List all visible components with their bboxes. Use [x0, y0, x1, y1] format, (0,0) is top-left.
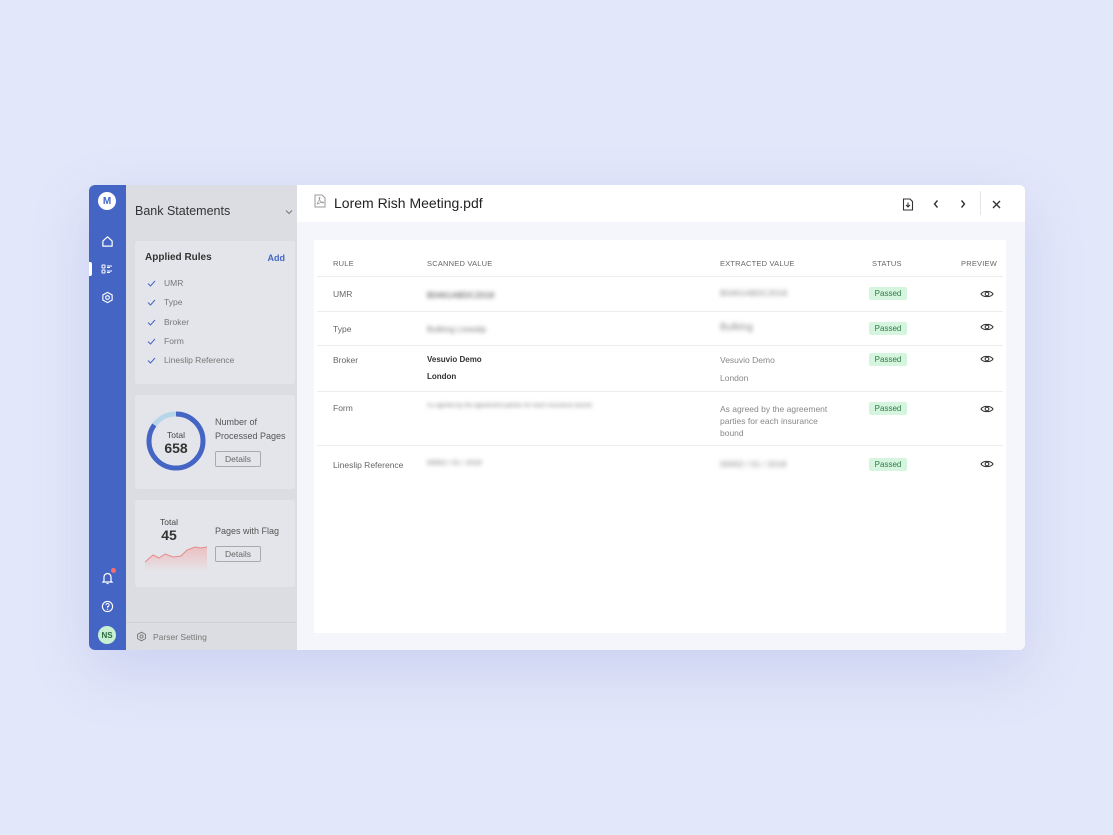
rule-item-form: Form	[147, 336, 184, 346]
rule-item-label: Type	[164, 297, 183, 307]
parser-setting-link[interactable]: Parser Setting	[126, 622, 297, 650]
extracted-cell-line1: Vesuvio Demo	[720, 355, 775, 365]
extracted-cell-line3: bound	[720, 428, 744, 438]
col-header-preview: PREVIEW	[961, 259, 997, 268]
close-icon[interactable]	[988, 196, 1004, 212]
sidebar-title[interactable]: Bank Statements	[135, 204, 230, 218]
user-avatar[interactable]: NS	[98, 626, 116, 644]
extracted-cell: 00002 / 01 / 2018	[720, 459, 787, 469]
sidebar: Bank Statements Applied Rules Add UMR Ty…	[126, 185, 297, 650]
pdf-file-icon	[314, 194, 326, 208]
rule-item-label: Broker	[164, 317, 190, 327]
rule-cell: Broker	[333, 355, 359, 365]
table-row: UMR B0461ABDC2018 B0461ABDC2018 Passed	[317, 276, 1003, 311]
rule-item-umr: UMR	[147, 278, 183, 288]
col-header-rule: RULE	[333, 259, 354, 268]
notification-dot	[111, 568, 116, 573]
nav-rail: M NS	[89, 185, 126, 650]
eye-icon[interactable]	[980, 459, 994, 469]
extracted-cell-line1: As agreed by the agreement	[720, 404, 828, 414]
processed-label-line1: Number of	[215, 417, 258, 427]
status-badge: Passed	[869, 402, 907, 415]
scanned-cell: As agreed by the agreement parties for e…	[427, 403, 592, 409]
chevron-down-icon[interactable]	[284, 207, 294, 217]
active-indicator	[89, 262, 92, 276]
eye-icon[interactable]	[980, 354, 994, 364]
rule-cell: Type	[333, 324, 352, 334]
scanned-cell-line2: London	[427, 372, 457, 381]
processed-pages-card: Total 658 Number of Processed Pages Deta…	[135, 395, 295, 489]
flagged-details-button[interactable]: Details	[215, 546, 261, 562]
status-badge: Passed	[869, 458, 907, 471]
chevron-left-icon[interactable]	[928, 196, 944, 212]
status-badge: Passed	[869, 322, 907, 335]
settings-hex-icon	[137, 631, 146, 642]
add-rule-link[interactable]: Add	[268, 253, 286, 263]
help-icon[interactable]	[99, 598, 115, 614]
check-icon	[147, 338, 156, 345]
applied-rules-heading: Applied Rules	[145, 252, 212, 263]
rule-item-label: Form	[164, 336, 184, 346]
rule-item-broker: Broker	[147, 317, 189, 327]
download-icon[interactable]	[900, 196, 916, 212]
table-row: Broker Vesuvio Demo London Vesuvio Demo …	[317, 345, 1003, 391]
rules-table: RULE SCANNED VALUE EXTRACTED VALUE STATU…	[314, 240, 1006, 633]
table-row: Type Bulking Lineslip Bulking Passed	[317, 311, 1003, 345]
col-header-scanned: SCANNED VALUE	[427, 259, 493, 268]
rule-cell: UMR	[333, 289, 353, 299]
document-filename: Lorem Rish Meeting.pdf	[334, 195, 483, 211]
settings-hex-icon[interactable]	[99, 289, 115, 305]
status-badge: Passed	[869, 353, 907, 366]
scanned-cell: 00002 / 01 / 2018	[427, 460, 482, 467]
rule-cell: Form	[333, 403, 353, 413]
scanned-cell: B0461ABDC2018	[427, 290, 495, 300]
check-icon	[147, 280, 156, 287]
flagged-pages-card: Total 45 Pages with Flag Details	[135, 500, 295, 587]
chevron-right-icon[interactable]	[955, 196, 971, 212]
rule-item-lineslip-reference: Lineslip Reference	[147, 355, 234, 365]
rule-cell: Lineslip Reference	[333, 460, 404, 470]
app-logo[interactable]: M	[98, 192, 116, 210]
eye-icon[interactable]	[980, 404, 994, 414]
flagged-total-value: 45	[161, 527, 177, 543]
processed-total-value: 658	[164, 440, 188, 456]
header-divider	[980, 191, 981, 215]
rule-item-label: UMR	[164, 278, 184, 288]
rules-list-icon[interactable]	[99, 261, 115, 277]
applied-rules-card: Applied Rules Add UMR Type Broker Form L…	[135, 241, 295, 384]
rule-item-label: Lineslip Reference	[164, 355, 235, 365]
document-header: Lorem Rish Meeting.pdf	[297, 185, 1025, 222]
flagged-sparkline	[145, 546, 207, 572]
extracted-cell: Bulking	[720, 322, 753, 333]
check-icon	[147, 299, 156, 306]
app-window: M NS Bank Statements Applied Rules Add U…	[89, 185, 1025, 650]
scanned-cell-line1: Vesuvio Demo	[427, 355, 482, 364]
processed-details-button[interactable]: Details	[215, 451, 261, 467]
status-badge: Passed	[869, 287, 907, 300]
table-row: Lineslip Reference 00002 / 01 / 2018 000…	[317, 445, 1003, 485]
col-header-status: STATUS	[872, 259, 902, 268]
extracted-cell-line2: parties for each insurance	[720, 416, 818, 426]
flagged-label: Pages with Flag	[215, 526, 280, 536]
rule-item-type: Type	[147, 297, 182, 307]
home-icon[interactable]	[99, 233, 115, 249]
check-icon	[147, 319, 156, 326]
document-panel: Lorem Rish Meeting.pdf RULE SCANNED VALU…	[297, 185, 1025, 650]
eye-icon[interactable]	[980, 322, 994, 332]
eye-icon[interactable]	[980, 289, 994, 299]
flagged-total-label: Total	[160, 517, 178, 527]
table-row: Form As agreed by the agreement parties …	[317, 391, 1003, 445]
check-icon	[147, 357, 156, 364]
processed-total-label: Total	[167, 430, 185, 440]
col-header-extracted: EXTRACTED VALUE	[720, 259, 795, 268]
extracted-cell-line2: London	[720, 373, 749, 383]
processed-label-line2: Processed Pages	[215, 431, 286, 441]
parser-setting-label: Parser Setting	[153, 631, 207, 642]
scanned-cell: Bulking Lineslip	[427, 324, 487, 334]
extracted-cell: B0461ABDC2018	[720, 288, 788, 298]
